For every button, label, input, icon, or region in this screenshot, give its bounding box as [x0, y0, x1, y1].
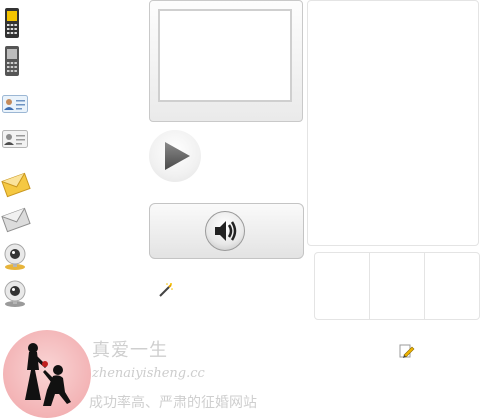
magic-wand-icon[interactable] [158, 282, 174, 298]
contact-card-blue-icon[interactable] [2, 95, 28, 113]
grid-cell[interactable] [315, 253, 370, 319]
webcam-gray-icon[interactable] [2, 280, 28, 308]
play-button[interactable] [149, 130, 201, 182]
photo-frame [149, 0, 303, 122]
photo-placeholder [158, 9, 292, 102]
watermark-slogan: 成功率高、严肃的征婚网站 [89, 395, 257, 411]
speaker-icon [205, 211, 245, 251]
envelope-yellow-icon[interactable] [1, 171, 31, 199]
edit-note-icon[interactable] [399, 343, 415, 359]
grid-cell[interactable] [425, 253, 479, 319]
watermark-title: 真爱一生 [92, 340, 168, 361]
couple-silhouette-icon [25, 343, 71, 406]
grid-cell[interactable] [370, 253, 425, 319]
webcam-icon[interactable] [2, 243, 28, 271]
mobile-phone-gray-icon[interactable] [4, 46, 20, 76]
watermark-logo [3, 330, 91, 418]
sound-button[interactable] [149, 203, 304, 259]
contact-card-gray-icon[interactable] [2, 130, 28, 148]
thumbnail-grid [314, 252, 480, 320]
watermark-url: zhenaiyisheng.cc [92, 366, 205, 381]
envelope-gray-icon[interactable] [1, 206, 31, 234]
play-icon [163, 141, 191, 171]
content-panel [307, 0, 479, 246]
mobile-phone-yellow-icon[interactable] [4, 8, 20, 38]
